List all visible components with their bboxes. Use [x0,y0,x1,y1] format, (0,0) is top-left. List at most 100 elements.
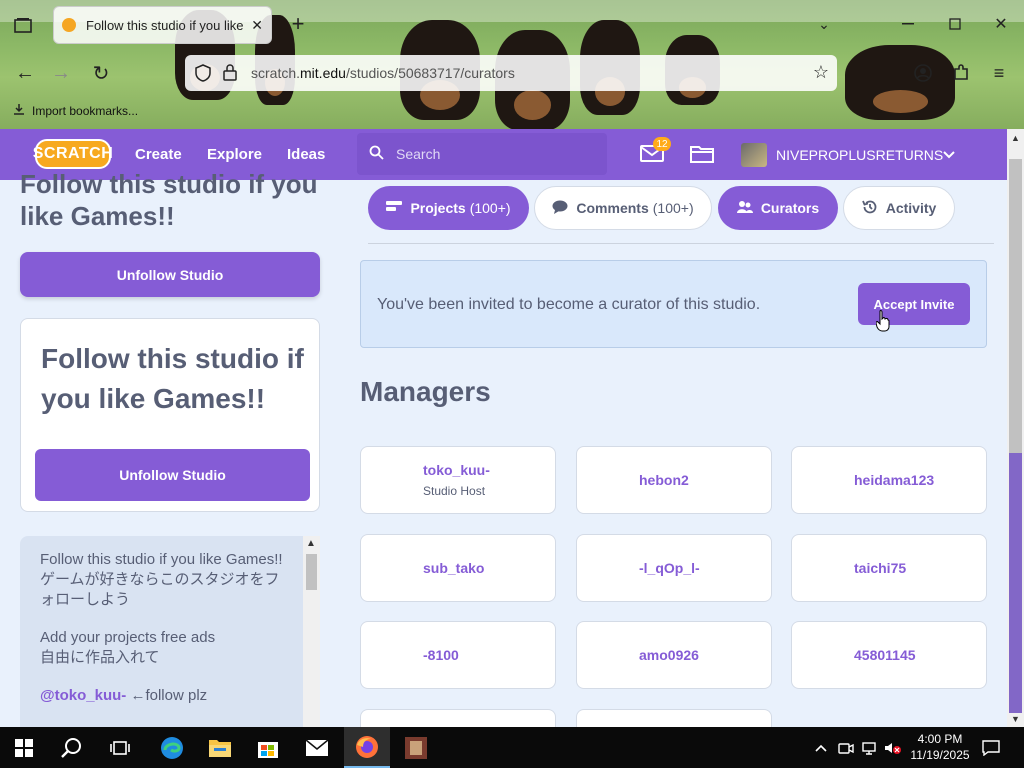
tab-projects[interactable]: Projects (100+) [368,186,529,230]
close-window-icon[interactable]: ✕ [991,14,1011,34]
manager-card[interactable]: -l_qOp_l- [576,534,772,602]
scratch-logo[interactable]: SCRATCH [33,139,113,169]
import-bookmarks-link[interactable]: Import bookmarks... [32,104,138,118]
tab-activity[interactable]: Activity [843,186,955,230]
browser-tab[interactable]: Follow this studio if you like Games!! ✕ [53,6,272,44]
manager-name[interactable]: amo0926 [639,647,771,663]
manager-name[interactable]: taichi75 [854,560,986,576]
maximize-icon[interactable] [945,14,965,34]
url-text[interactable]: scratch.mit.edu/studios/50683717/curator… [251,65,515,81]
manager-name[interactable]: -8100 [423,647,555,663]
store-icon[interactable] [248,727,288,768]
avatar[interactable] [741,143,767,167]
manager-card-partial[interactable] [360,709,556,727]
edge-browser-icon[interactable] [152,727,192,768]
invite-message: You've been invited to become a curator … [377,296,761,313]
unfollow-studio-button[interactable]: Unfollow Studio [20,252,320,297]
shield-icon[interactable] [195,64,211,87]
tab-comments[interactable]: Comments (100+) [534,186,712,230]
chevron-down-icon[interactable] [943,146,955,162]
bookmark-star-icon[interactable]: ☆ [813,62,829,83]
my-stuff-folder-icon[interactable] [690,144,714,169]
app-window-thumbnail-icon[interactable] [396,727,436,768]
studio-title: Follow this studio if you like Games!! [20,169,318,231]
tab-curators[interactable]: Curators [718,186,838,230]
nav-explore[interactable]: Explore [207,146,262,163]
studio-thumbnail: Follow this studio if you like Games!! U… [20,318,320,512]
meet-now-icon[interactable] [838,727,854,768]
background-dog [845,45,955,120]
browser-chrome: Follow this studio if you like Games!! ✕… [0,0,1024,129]
nav-create[interactable]: Create [135,146,182,163]
scroll-down-arrow-icon[interactable]: ▼ [1011,714,1020,724]
system-clock[interactable]: 4:00 PM 11/19/2025 [905,731,975,763]
description-scrollbar[interactable]: ▲ [303,536,320,727]
volume-muted-icon[interactable] [884,727,902,768]
lock-icon[interactable] [223,64,237,86]
scrollbar-thumb[interactable] [306,554,317,590]
tab-list-chevron-icon[interactable]: ⌄ [814,14,834,34]
manager-card[interactable]: taichi75 [791,534,987,602]
mail-icon[interactable] [297,727,337,768]
manager-card[interactable]: sub_tako [360,534,556,602]
manager-card[interactable]: heidama123 [791,446,987,514]
network-icon[interactable] [862,727,880,768]
nav-ideas[interactable]: Ideas [287,146,325,163]
clock-date: 11/19/2025 [910,748,970,762]
description-line: Follow this studio if you like Games!! [40,551,283,568]
manager-name[interactable]: toko_kuu- [423,462,555,478]
manager-card[interactable]: amo0926 [576,621,772,689]
firefox-icon[interactable] [344,727,390,768]
back-arrow-icon[interactable]: ← [14,62,36,84]
scrollbar-thumb[interactable] [1009,159,1022,453]
extensions-icon[interactable] [950,62,972,84]
tab-overview-icon[interactable] [12,14,34,36]
windows-start-icon[interactable] [6,727,42,768]
manager-name[interactable]: -l_qOp_l- [639,560,771,576]
account-icon[interactable] [912,62,934,84]
forward-arrow-icon[interactable]: → [50,62,72,84]
user-mention-link[interactable]: @toko_kuu- [40,687,126,704]
windows-taskbar: 4:00 PM 11/19/2025 [0,727,1024,768]
thumbnail-unfollow-image: Unfollow Studio [35,449,310,501]
description-line: ←follow plz [126,687,208,704]
manager-card[interactable]: -8100 [360,621,556,689]
scratch-favicon-icon [62,18,76,32]
new-tab-icon[interactable]: + [288,11,308,36]
scrollbar-track[interactable] [1009,453,1022,713]
scroll-up-arrow-icon[interactable]: ▲ [1011,133,1020,143]
minimize-icon[interactable] [898,14,918,34]
manager-card-partial[interactable] [576,709,772,727]
manager-name[interactable]: hebon2 [639,472,771,488]
page-scrollbar[interactable]: ▲ ▼ [1007,129,1024,727]
file-explorer-icon[interactable] [200,727,240,768]
manager-name[interactable]: heidama123 [854,472,986,488]
manager-name[interactable]: 45801145 [854,647,986,663]
close-tab-icon[interactable]: ✕ [251,17,263,34]
search-input[interactable]: Search [357,133,607,175]
description-line: Add your projects free ads [40,629,216,646]
notification-center-icon[interactable] [982,727,1000,768]
history-icon [861,199,878,218]
username[interactable]: NIVEPROPLUSRETURNS [776,147,943,163]
tab-count: (100+) [652,200,694,216]
manager-card[interactable]: toko_kuu- Studio Host [360,446,556,514]
curators-icon [736,200,753,217]
accept-invite-button[interactable]: Accept Invite [858,283,970,325]
tab-label: Comments [576,200,649,216]
scroll-up-arrow-icon[interactable]: ▲ [306,538,316,549]
description-line: ゲームが好きならこのスタジオをフォローしよう [40,571,280,608]
task-view-icon[interactable] [102,727,138,768]
bookmarks-toolbar[interactable]: Import bookmarks... [12,102,138,119]
manager-card[interactable]: hebon2 [576,446,772,514]
manager-card[interactable]: 45801145 [791,621,987,689]
tab-title: Follow this studio if you like Games!! [86,17,245,33]
search-icon[interactable] [54,727,90,768]
managers-heading: Managers [360,376,491,407]
manager-name[interactable]: sub_tako [423,560,555,576]
address-bar[interactable]: scratch.mit.edu/studios/50683717/curator… [185,55,837,91]
app-menu-icon[interactable]: ≡ [988,62,1010,84]
reload-icon[interactable]: ↻ [90,62,112,85]
import-icon [12,102,26,119]
tray-chevron-up-icon[interactable] [815,727,827,768]
